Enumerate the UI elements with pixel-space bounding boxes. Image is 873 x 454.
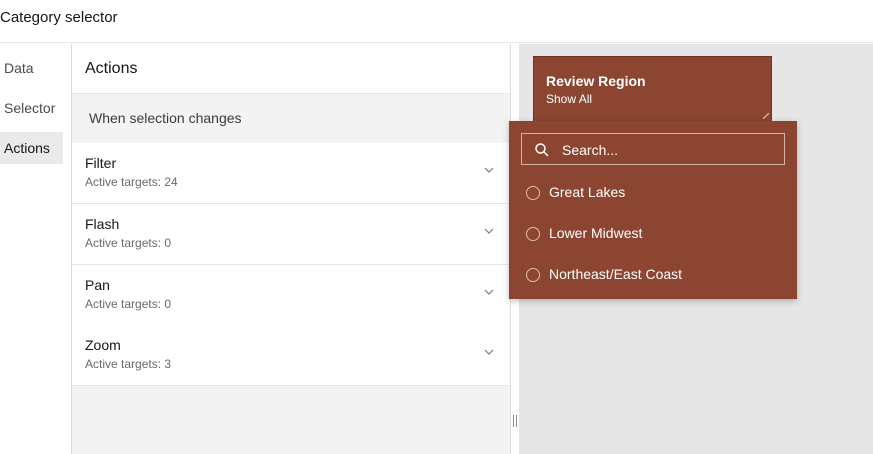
- chevron-down-icon[interactable]: [482, 163, 496, 177]
- widget-title: Review Region: [546, 73, 646, 89]
- action-targets: Active targets: 0: [85, 297, 172, 311]
- option-label: Lower Midwest: [549, 225, 643, 241]
- action-item-flash[interactable]: Flash Active targets: 0: [72, 204, 510, 265]
- option-label: Great Lakes: [549, 184, 626, 200]
- action-name: Zoom: [85, 337, 121, 353]
- action-name: Pan: [85, 277, 110, 293]
- app-title: Category selector: [0, 9, 118, 26]
- nav-item-data[interactable]: Data: [0, 52, 63, 84]
- option-great-lakes[interactable]: Great Lakes: [526, 181, 786, 205]
- widget-selection: Show All: [546, 92, 593, 106]
- nav-item-selector[interactable]: Selector: [0, 92, 63, 124]
- search-box[interactable]: [521, 133, 785, 165]
- action-item-pan[interactable]: Pan Active targets: 0: [72, 265, 510, 326]
- option-lower-midwest[interactable]: Lower Midwest: [526, 222, 786, 246]
- radio-button[interactable]: [526, 227, 540, 241]
- action-targets: Active targets: 24: [85, 175, 178, 189]
- chevron-down-icon[interactable]: [482, 285, 496, 299]
- chevron-down-icon[interactable]: [482, 345, 496, 359]
- category-selector-widget[interactable]: Review Region Show All: [533, 56, 772, 122]
- chevron-down-icon[interactable]: [482, 224, 496, 238]
- section-label: When selection changes: [89, 110, 242, 126]
- resize-grip-icon[interactable]: [511, 414, 519, 428]
- panel-header: Actions: [72, 44, 510, 94]
- action-targets: Active targets: 0: [85, 236, 172, 250]
- action-name: Flash: [85, 216, 120, 232]
- resize-handle-icon[interactable]: [763, 113, 769, 119]
- action-item-filter[interactable]: Filter Active targets: 24: [72, 143, 510, 204]
- search-input[interactable]: [562, 140, 772, 160]
- action-targets: Active targets: 3: [85, 357, 172, 371]
- option-label: Northeast/East Coast: [549, 266, 683, 282]
- actions-panel: Actions When selection changes Filter Ac…: [71, 44, 511, 454]
- search-icon: [535, 143, 549, 157]
- panel-title: Actions: [85, 60, 138, 77]
- action-name: Filter: [85, 155, 117, 171]
- action-item-zoom[interactable]: Zoom Active targets: 3: [72, 325, 510, 386]
- nav-item-actions[interactable]: Actions: [0, 132, 63, 164]
- category-dropdown: Great Lakes Lower Midwest Northeast/East…: [509, 121, 797, 299]
- left-nav: Data Selector Actions: [0, 44, 72, 454]
- radio-button[interactable]: [526, 186, 540, 200]
- option-northeast-east-coast[interactable]: Northeast/East Coast: [526, 263, 786, 287]
- radio-button[interactable]: [526, 268, 540, 282]
- title-bar: Category selector: [0, 0, 873, 43]
